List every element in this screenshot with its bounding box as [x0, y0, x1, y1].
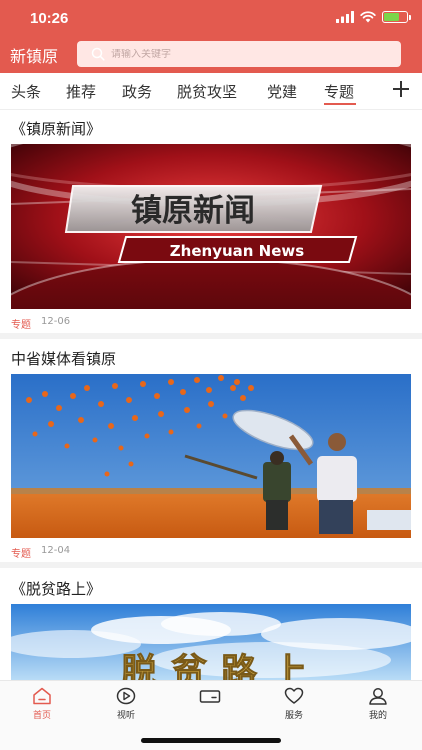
banner-subtitle: Zhenyuan News	[170, 242, 304, 260]
nav-label: 我的	[368, 711, 387, 721]
tab-recommended[interactable]: 推荐	[66, 81, 96, 102]
news-card[interactable]: 《脱贫路上》 脱贫路上	[0, 568, 422, 680]
nav-label: 视听	[116, 711, 135, 721]
search-input[interactable]	[111, 48, 371, 60]
tab-party-building[interactable]: 党建	[267, 81, 297, 102]
card-meta: 专题 12-06	[11, 316, 70, 331]
status-bar: 10:26	[0, 0, 422, 38]
home-icon	[33, 687, 51, 705]
search-box[interactable]	[77, 41, 401, 67]
battery-icon	[382, 11, 411, 23]
card-title[interactable]: 中省媒体看镇原	[11, 348, 116, 369]
tab-headlines[interactable]: 头条	[11, 81, 41, 102]
app-header: 10:26 新镇原	[0, 0, 422, 73]
status-time: 10:26	[30, 10, 69, 27]
nav-service[interactable]: 服务	[264, 687, 324, 721]
user-icon	[369, 688, 387, 705]
card-tag: 专题	[11, 320, 31, 331]
signal-icon	[336, 11, 354, 23]
status-icons	[336, 11, 411, 23]
active-tab-indicator	[324, 103, 356, 105]
play-icon	[116, 687, 136, 705]
wifi-icon	[360, 11, 376, 23]
video-icon	[199, 690, 221, 703]
tab-poverty-relief[interactable]: 脱贫攻坚	[177, 81, 237, 102]
add-channel-icon[interactable]	[392, 80, 410, 98]
card-title[interactable]: 《脱贫路上》	[11, 578, 101, 599]
card-date: 12-04	[41, 545, 71, 556]
tab-special[interactable]: 专题	[324, 81, 354, 102]
news-card[interactable]: 《镇原新闻》 镇原新闻 Zhenyuan News 专题 12-06	[0, 110, 422, 333]
card-meta: 专题 12-04	[11, 545, 70, 560]
card-date: 12-06	[41, 316, 71, 327]
app-title: 新镇原	[10, 47, 59, 66]
card-tag: 专题	[11, 549, 31, 560]
nav-video[interactable]	[180, 687, 240, 708]
nav-profile[interactable]: 我的	[348, 687, 408, 721]
nav-label: 首页	[32, 711, 51, 721]
nav-home[interactable]: 首页	[12, 687, 72, 721]
heart-icon	[284, 687, 304, 704]
nav-label: 服务	[284, 711, 303, 721]
harvest-photo	[11, 374, 411, 538]
banner-headline: 镇原新闻	[131, 193, 255, 229]
nav-media[interactable]: 视听	[96, 687, 156, 721]
tab-government[interactable]: 政务	[122, 81, 152, 102]
card-thumbnail[interactable]	[11, 374, 411, 538]
news-card[interactable]: 中省媒体看镇原 专题 12-04	[0, 339, 422, 562]
search-icon	[91, 47, 105, 61]
category-tabbar: 头条 推荐 政务 脱贫攻坚 党建 专题	[0, 73, 422, 110]
zhenyuan-news-banner: 镇原新闻 Zhenyuan News	[11, 144, 411, 309]
banner-headline: 脱贫路上	[121, 651, 321, 680]
poverty-road-banner: 脱贫路上	[11, 604, 411, 680]
card-thumbnail[interactable]: 脱贫路上	[11, 604, 411, 680]
home-indicator	[141, 738, 281, 743]
card-title[interactable]: 《镇原新闻》	[11, 118, 101, 139]
card-thumbnail[interactable]: 镇原新闻 Zhenyuan News	[11, 144, 411, 309]
